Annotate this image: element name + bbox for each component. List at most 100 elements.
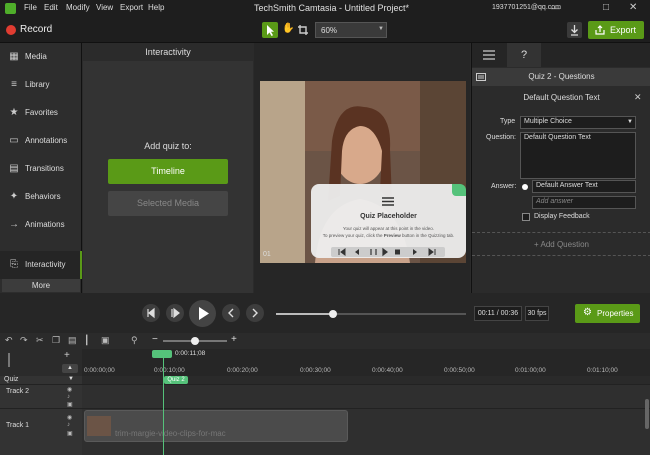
crop-tool-icon[interactable] xyxy=(297,24,309,36)
menu-modify[interactable]: Modify xyxy=(66,3,90,12)
scrub-handle[interactable] xyxy=(329,310,337,318)
question-mark-icon[interactable]: ? xyxy=(507,43,541,67)
track1-lane[interactable]: trim-margie-video-clips-for-mac xyxy=(82,409,650,455)
record-button[interactable]: Record xyxy=(20,24,52,35)
ruler-label: 0:00:40;00 xyxy=(372,367,403,374)
zoom-out-icon[interactable]: − xyxy=(152,334,158,345)
play-button[interactable] xyxy=(189,300,216,327)
properties-panel: ? Quiz 2 - Questions Default Question Te… xyxy=(471,43,650,293)
select-tool-button[interactable] xyxy=(262,22,278,38)
redo-icon[interactable]: ↷ xyxy=(20,335,28,346)
scrub-track[interactable] xyxy=(276,310,466,318)
paste-icon[interactable]: ▤ xyxy=(68,335,77,346)
selected-media-button[interactable]: Selected Media xyxy=(108,191,228,216)
sidebar-item-annotations[interactable]: ▭ Annotations xyxy=(0,127,82,155)
timeline-button[interactable]: Timeline xyxy=(108,159,228,184)
sidebar-item-favorites[interactable]: ★ Favorites xyxy=(0,99,82,127)
close-icon[interactable]: ✕ xyxy=(629,2,637,13)
answer-input[interactable]: Default Answer Text xyxy=(532,180,636,193)
menu-help[interactable]: Help xyxy=(148,3,164,12)
sidebar-item-label: Animations xyxy=(25,220,65,229)
lock-icon[interactable]: ▣ xyxy=(67,401,73,408)
timeline-zoom-slider[interactable] xyxy=(163,337,227,345)
star-icon: ★ xyxy=(9,107,19,118)
add-track-icon[interactable]: + xyxy=(64,350,70,361)
next-marker-button[interactable] xyxy=(246,304,264,322)
quiz-track-header[interactable]: Quiz ▼ xyxy=(0,376,82,385)
sidebar-item-animations[interactable]: → Animations xyxy=(0,211,82,239)
display-feedback-checkbox[interactable] xyxy=(522,213,530,221)
sidebar-item-behaviors[interactable]: ✦ Behaviors xyxy=(0,183,82,211)
quiz-title: Quiz Placeholder xyxy=(360,213,417,220)
sidebar-item-media[interactable]: ▦ Media xyxy=(0,43,82,71)
eye-icon[interactable]: ◉ xyxy=(67,414,72,421)
step-back-button[interactable] xyxy=(166,304,184,322)
download-icon xyxy=(571,25,578,36)
export-button[interactable]: Export xyxy=(588,21,644,39)
question-label: Question: xyxy=(486,134,516,141)
sidebar-item-label: Behaviors xyxy=(25,192,61,201)
split-icon[interactable]: ┃ xyxy=(84,335,89,346)
play-icon xyxy=(199,307,209,320)
title-bar: File Edit Modify View Export Help TechSm… xyxy=(0,0,650,18)
add-answer-input[interactable]: Add answer xyxy=(532,196,636,209)
list-icon xyxy=(483,50,495,60)
tab-properties-list[interactable] xyxy=(472,43,506,67)
panel-header: Interactivity xyxy=(83,43,253,61)
correct-answer-radio[interactable] xyxy=(522,184,528,190)
lock-icon[interactable]: ▣ xyxy=(67,430,73,437)
eye-icon[interactable]: ◉ xyxy=(67,386,72,393)
add-question-row[interactable]: + Add Question xyxy=(472,232,650,256)
sidebar-item-label: Interactivity xyxy=(25,260,66,269)
menu-file[interactable]: File xyxy=(24,3,37,12)
track-height-slider[interactable] xyxy=(8,353,10,367)
canvas-area: 01 Quiz Placeholder Your quiz will appea… xyxy=(254,43,470,293)
interactivity-icon: ⎘ xyxy=(10,259,18,270)
video-clip[interactable]: trim-margie-video-clips-for-mac xyxy=(84,410,348,442)
zoom-slider-handle[interactable] xyxy=(191,337,199,345)
sidebar-item-transitions[interactable]: ▤ Transitions xyxy=(0,155,82,183)
menu-edit[interactable]: Edit xyxy=(44,3,58,12)
zoom-in-icon[interactable]: + xyxy=(231,334,237,345)
copy-icon[interactable]: ❐ xyxy=(52,335,60,346)
audio-icon[interactable]: ♪ xyxy=(67,394,70,400)
timeline-scrollbar[interactable] xyxy=(645,399,649,429)
properties-button[interactable]: ⚙ Properties xyxy=(575,304,640,323)
playhead[interactable] xyxy=(163,355,164,455)
minimize-icon[interactable]: — xyxy=(551,3,560,13)
undo-icon[interactable]: ↶ xyxy=(5,335,13,346)
download-button[interactable] xyxy=(567,22,582,38)
search-icon[interactable]: ⚲ xyxy=(131,335,138,346)
menu-export[interactable]: Export xyxy=(120,3,143,12)
more-button[interactable]: More xyxy=(2,279,80,292)
previous-frame-button[interactable] xyxy=(142,304,160,322)
chevron-left-icon xyxy=(228,308,234,318)
quiz-marker[interactable]: Quiz 2 xyxy=(164,376,188,384)
menu-view[interactable]: View xyxy=(96,3,113,12)
quiz-badge-icon xyxy=(452,184,466,196)
question-textarea[interactable]: Default Question Text xyxy=(520,132,636,179)
collapse-tracks-icon[interactable]: ▲ xyxy=(62,364,78,373)
track1-header[interactable]: Track 1 ◉ ♪ ▣ xyxy=(0,409,82,455)
type-dropdown[interactable]: Multiple Choice ▼ xyxy=(520,116,636,129)
answer-text: Default Answer Text xyxy=(536,182,598,189)
display-feedback-label: Display Feedback xyxy=(534,213,590,220)
previous-marker-button[interactable] xyxy=(222,304,240,322)
hand-tool-icon[interactable]: ✋ xyxy=(282,23,294,34)
track2-lane[interactable] xyxy=(82,385,650,409)
sidebar-item-library[interactable]: ≡ Library xyxy=(0,71,82,99)
zoom-dropdown[interactable]: 60% ▼ xyxy=(315,22,387,38)
quiz-header-row[interactable]: Quiz 2 - Questions xyxy=(472,68,650,86)
snapshot-icon[interactable]: ▣ xyxy=(101,335,110,346)
sidebar-item-interactivity[interactable]: ⎘ Interactivity xyxy=(0,251,82,279)
cut-icon[interactable]: ✂ xyxy=(36,335,44,346)
maximize-icon[interactable]: □ xyxy=(603,2,609,13)
answer-label: Answer: xyxy=(491,183,517,190)
chevron-down-icon[interactable]: ▼ xyxy=(68,376,74,382)
add-question-button[interactable]: + Add Question xyxy=(472,240,650,249)
ruler-label: 0:00:30;00 xyxy=(300,367,331,374)
audio-icon[interactable]: ♪ xyxy=(67,422,70,428)
track2-header[interactable]: Track 2 ◉ ♪ ▣ xyxy=(0,385,82,409)
close-question-icon[interactable]: ✕ xyxy=(634,92,642,103)
record-icon[interactable] xyxy=(6,25,16,35)
